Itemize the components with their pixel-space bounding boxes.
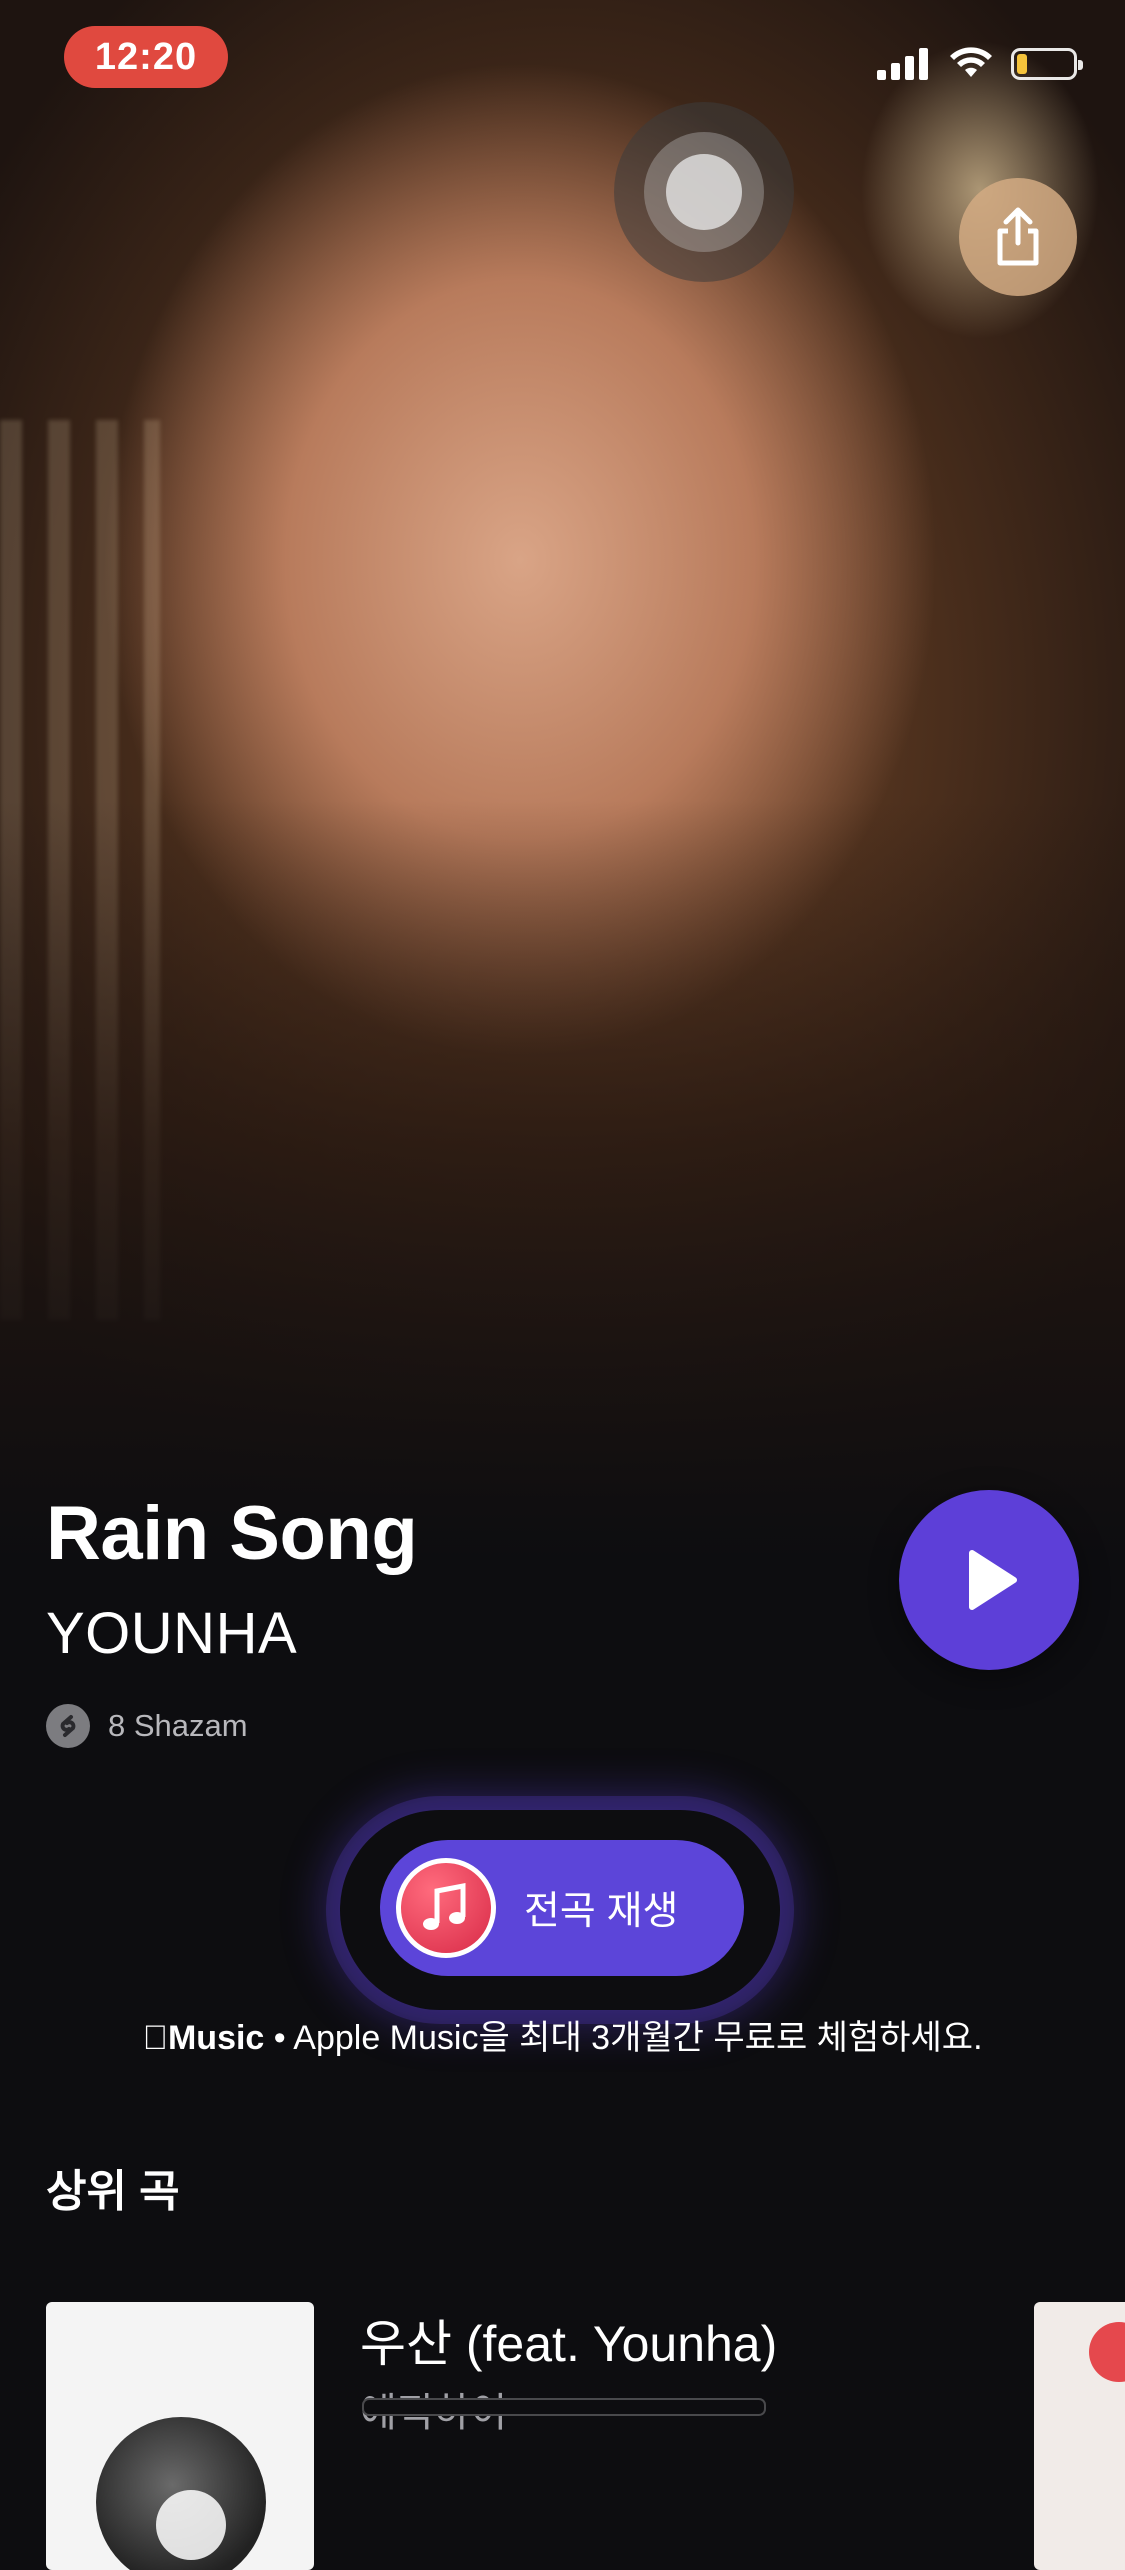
battery-icon bbox=[1011, 48, 1083, 80]
apple-music-promo[interactable]: Music • Apple Music을 최대 3개월간 무료로 체험하세요. bbox=[0, 2010, 1125, 2059]
artwork-light bbox=[860, 40, 1100, 340]
artist-artwork bbox=[0, 0, 1125, 1560]
song-artwork[interactable] bbox=[46, 2302, 314, 2570]
assistive-touch-button[interactable] bbox=[614, 102, 794, 282]
shazam-count: 8 Shazam bbox=[108, 1708, 248, 1743]
next-song-artwork[interactable] bbox=[1034, 2302, 1125, 2570]
home-indicator bbox=[362, 2398, 766, 2416]
shazam-icon bbox=[46, 1704, 90, 1748]
status-time: 12:20 bbox=[64, 26, 228, 88]
shazam-count-row: 8 Shazam bbox=[46, 1704, 248, 1748]
assistive-dot bbox=[666, 154, 742, 230]
artwork-fade bbox=[0, 800, 1125, 1560]
apple-logo-icon:  bbox=[142, 2019, 168, 2057]
wifi-icon bbox=[950, 47, 992, 77]
battery-level bbox=[1017, 54, 1027, 74]
song-title: Rain Song bbox=[46, 1491, 418, 1576]
promo-text: • Apple Music을 최대 3개월간 무료로 체험하세요. bbox=[251, 2019, 983, 2057]
play-all-button[interactable]: 전곡 재생 bbox=[380, 1840, 744, 1976]
share-icon bbox=[997, 207, 1039, 266]
play-button[interactable] bbox=[899, 1490, 1079, 1670]
apple-music-icon bbox=[396, 1858, 496, 1958]
status-icons bbox=[877, 44, 1083, 84]
play-all-label: 전곡 재생 bbox=[524, 1890, 679, 1933]
play-icon bbox=[969, 1550, 1017, 1610]
top-songs-title: 상위 곡 bbox=[46, 2167, 180, 2216]
signal-icon bbox=[877, 48, 928, 80]
song-play-icon bbox=[156, 2490, 226, 2560]
artist-name[interactable]: YOUNHA bbox=[46, 1600, 297, 1667]
song-item-title[interactable]: 우산 (feat. Younha) bbox=[360, 2304, 777, 2376]
share-button[interactable] bbox=[959, 178, 1077, 296]
apple-music-brand: Music bbox=[155, 2019, 264, 2057]
next-song-artwork-image bbox=[1089, 2322, 1125, 2382]
